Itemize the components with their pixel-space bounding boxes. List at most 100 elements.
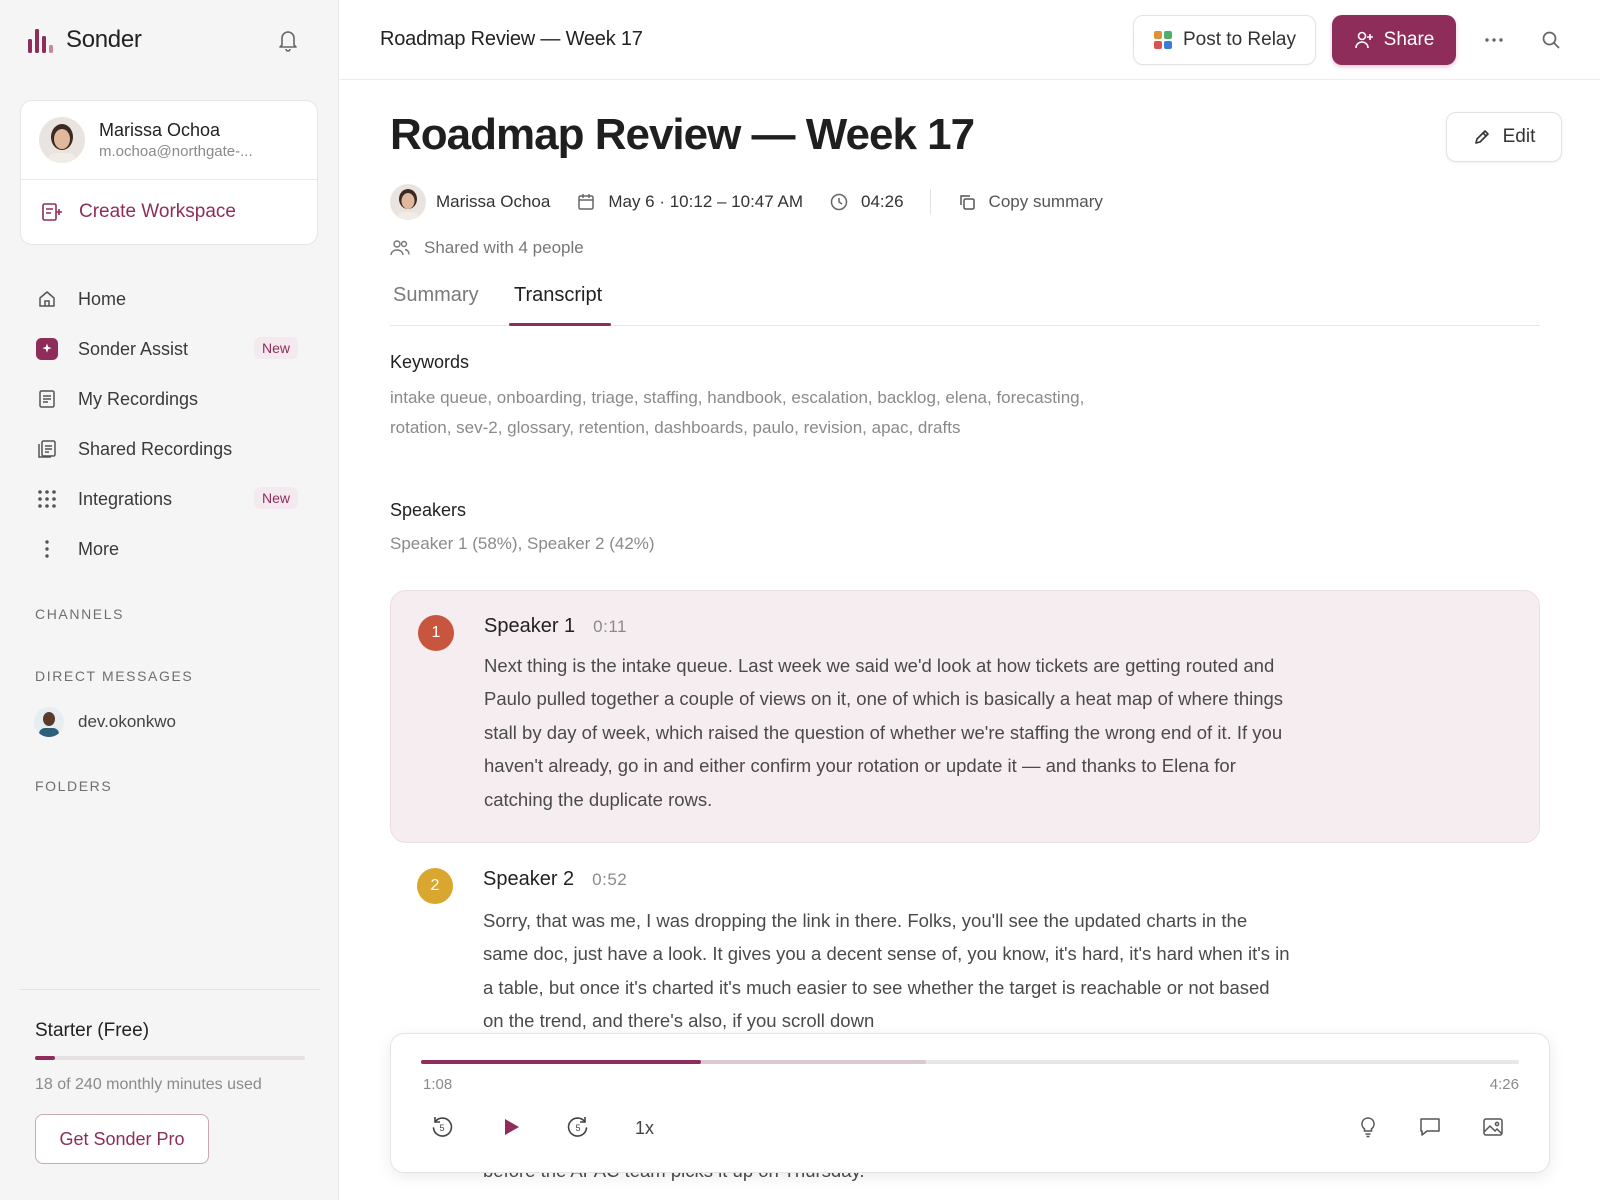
active-tab-indicator <box>509 323 611 326</box>
post-to-relay-button[interactable]: Post to Relay <box>1133 15 1316 65</box>
tab-summary[interactable]: Summary <box>393 284 479 307</box>
folders-heading[interactable]: FOLDERS <box>35 778 112 794</box>
search-button[interactable] <box>1537 26 1565 54</box>
clock-icon <box>829 192 849 212</box>
share-label: Share <box>1383 29 1435 50</box>
seek-bar-progress <box>421 1060 701 1064</box>
edit-label: Edit <box>1502 126 1536 147</box>
tab-bar: Summary Transcript <box>390 276 1540 326</box>
segment-timestamp[interactable]: 0:11 <box>593 617 627 637</box>
speaker-name: Speaker 2 <box>483 868 575 890</box>
sidebar-item-label: My Recordings <box>78 388 199 409</box>
relay-logo-icon <box>1154 31 1172 49</box>
recording-duration: 04:26 <box>861 192 904 211</box>
comments-button[interactable] <box>1413 1110 1447 1144</box>
total-time: 4:26 <box>1489 1076 1519 1093</box>
more-horizontal-icon <box>1485 38 1503 42</box>
top-bar: Roadmap Review — Week 17 Post to Relay S… <box>340 0 1600 80</box>
topbar-title: Roadmap Review — Week 17 <box>380 28 643 50</box>
segment-text: Next thing is the intake queue. Last wee… <box>484 655 1284 810</box>
brand[interactable]: Sonder <box>26 22 142 58</box>
rewind-5-icon: 5 <box>432 1117 453 1137</box>
account-switcher[interactable]: Marissa Ochoa m.ochoa@northgate-... <box>21 101 317 180</box>
shared-with[interactable]: Shared with 4 people <box>390 238 584 258</box>
speaker-number-badge: 2 <box>417 868 453 904</box>
tab-transcript[interactable]: Transcript <box>514 284 602 307</box>
sidebar-item-my-recordings[interactable]: My Recordings <box>22 374 312 424</box>
sidebar-item-label: More <box>78 538 120 559</box>
sidebar-item-label: Integrations <box>78 488 173 509</box>
avatar <box>34 707 64 737</box>
home-icon <box>36 288 58 310</box>
account-email: m.ochoa@northgate-... <box>99 142 253 160</box>
edit-button[interactable]: Edit <box>1446 112 1562 162</box>
sidebar-nav: Home Sonder Assist New My Recordings Sha… <box>22 274 312 574</box>
avatar <box>390 184 426 220</box>
playback-speed-button[interactable]: 1x <box>635 1118 654 1139</box>
plan-title: Starter (Free) <box>35 1020 150 1041</box>
sidebar-item-label: Shared Recordings <box>78 438 233 459</box>
sidebar-item-home[interactable]: Home <box>22 274 312 324</box>
forward-5-button[interactable]: 5 <box>561 1110 595 1144</box>
people-icon <box>390 240 410 256</box>
get-pro-button[interactable]: Get Sonder Pro <box>35 1114 209 1164</box>
sidebar-item-sonder-assist[interactable]: Sonder Assist New <box>22 324 312 374</box>
sidebar-item-label: Sonder Assist <box>78 338 189 359</box>
rewind-5-button[interactable]: 5 <box>425 1110 459 1144</box>
add-person-icon <box>1354 31 1373 49</box>
highlights-button[interactable] <box>1351 1110 1385 1144</box>
share-button[interactable]: Share <box>1332 15 1456 65</box>
keywords-heading: Keywords <box>390 352 470 372</box>
transcript-segment[interactable]: 1 Speaker 1 0:11 Next thing is the intak… <box>390 590 1540 843</box>
image-icon <box>1483 1118 1503 1136</box>
sidebar-item-label: Home <box>78 288 127 309</box>
create-workspace-label: Create Workspace <box>79 201 236 222</box>
brand-name: Sonder <box>66 26 142 53</box>
speakers-breakdown: Speaker 1 (58%), Speaker 2 (42%) <box>390 534 655 553</box>
play-icon <box>505 1119 519 1135</box>
audio-player: 1:08 4:26 5 5 1x <box>390 1033 1550 1173</box>
speakers-heading: Speakers <box>390 500 467 520</box>
sidebar-item-integrations[interactable]: Integrations New <box>22 474 312 524</box>
dm-item[interactable]: dev.okonkwo <box>34 707 176 737</box>
pencil-icon <box>1474 130 1489 144</box>
direct-messages-heading[interactable]: DIRECT MESSAGES <box>35 668 193 684</box>
plan-usage-fill <box>35 1056 56 1060</box>
segment-timestamp[interactable]: 0:52 <box>592 870 627 890</box>
new-badge: New <box>253 337 298 359</box>
page-title: Roadmap Review — Week 17 <box>390 110 975 159</box>
main-content: Roadmap Review — Week 17 Edit Marissa Oc… <box>340 80 1600 1200</box>
sidebar-item-more[interactable]: More <box>22 524 312 574</box>
sidebar: Sonder Marissa Ochoa m.ochoa@northgate-.… <box>0 0 339 1200</box>
plan-usage-text: 18 of 240 monthly minutes used <box>35 1076 262 1093</box>
document-icon <box>36 388 58 410</box>
grid-icon <box>36 488 58 510</box>
sidebar-item-shared-recordings[interactable]: Shared Recordings <box>22 424 312 474</box>
account-name: Marissa Ochoa <box>99 120 221 141</box>
seek-bar[interactable] <box>421 1060 1519 1064</box>
add-workspace-icon <box>42 203 62 221</box>
sparkle-icon <box>36 338 58 360</box>
keywords-list: intake queue, onboarding, triage, staffi… <box>390 388 1085 437</box>
meta-divider <box>929 189 931 215</box>
more-options-button[interactable] <box>1480 26 1508 54</box>
copy-icon <box>957 192 977 212</box>
speaker-number-badge: 1 <box>418 615 454 651</box>
documents-icon <box>36 438 58 460</box>
create-workspace-button[interactable]: Create Workspace <box>21 180 317 244</box>
segment-text: Sorry, that was me, I was dropping the l… <box>483 910 1290 1032</box>
forward-5-icon: 5 <box>567 1117 588 1137</box>
shared-with-label: Shared with 4 people <box>424 238 584 257</box>
recording-datetime: May 6 · 10:12 – 10:47 AM <box>608 192 803 211</box>
current-time: 1:08 <box>423 1076 453 1093</box>
recording-owner: Marissa Ochoa <box>436 192 551 211</box>
copy-summary-button[interactable]: Copy summary <box>957 192 1103 212</box>
bell-icon[interactable] <box>277 28 299 52</box>
play-button[interactable] <box>494 1110 528 1144</box>
new-badge: New <box>253 487 298 509</box>
svg-text:5: 5 <box>575 1123 580 1133</box>
channels-heading[interactable]: CHANNELS <box>35 606 124 622</box>
lightbulb-icon <box>1361 1117 1375 1138</box>
media-button[interactable] <box>1476 1110 1510 1144</box>
copy-summary-label: Copy summary <box>988 192 1103 211</box>
